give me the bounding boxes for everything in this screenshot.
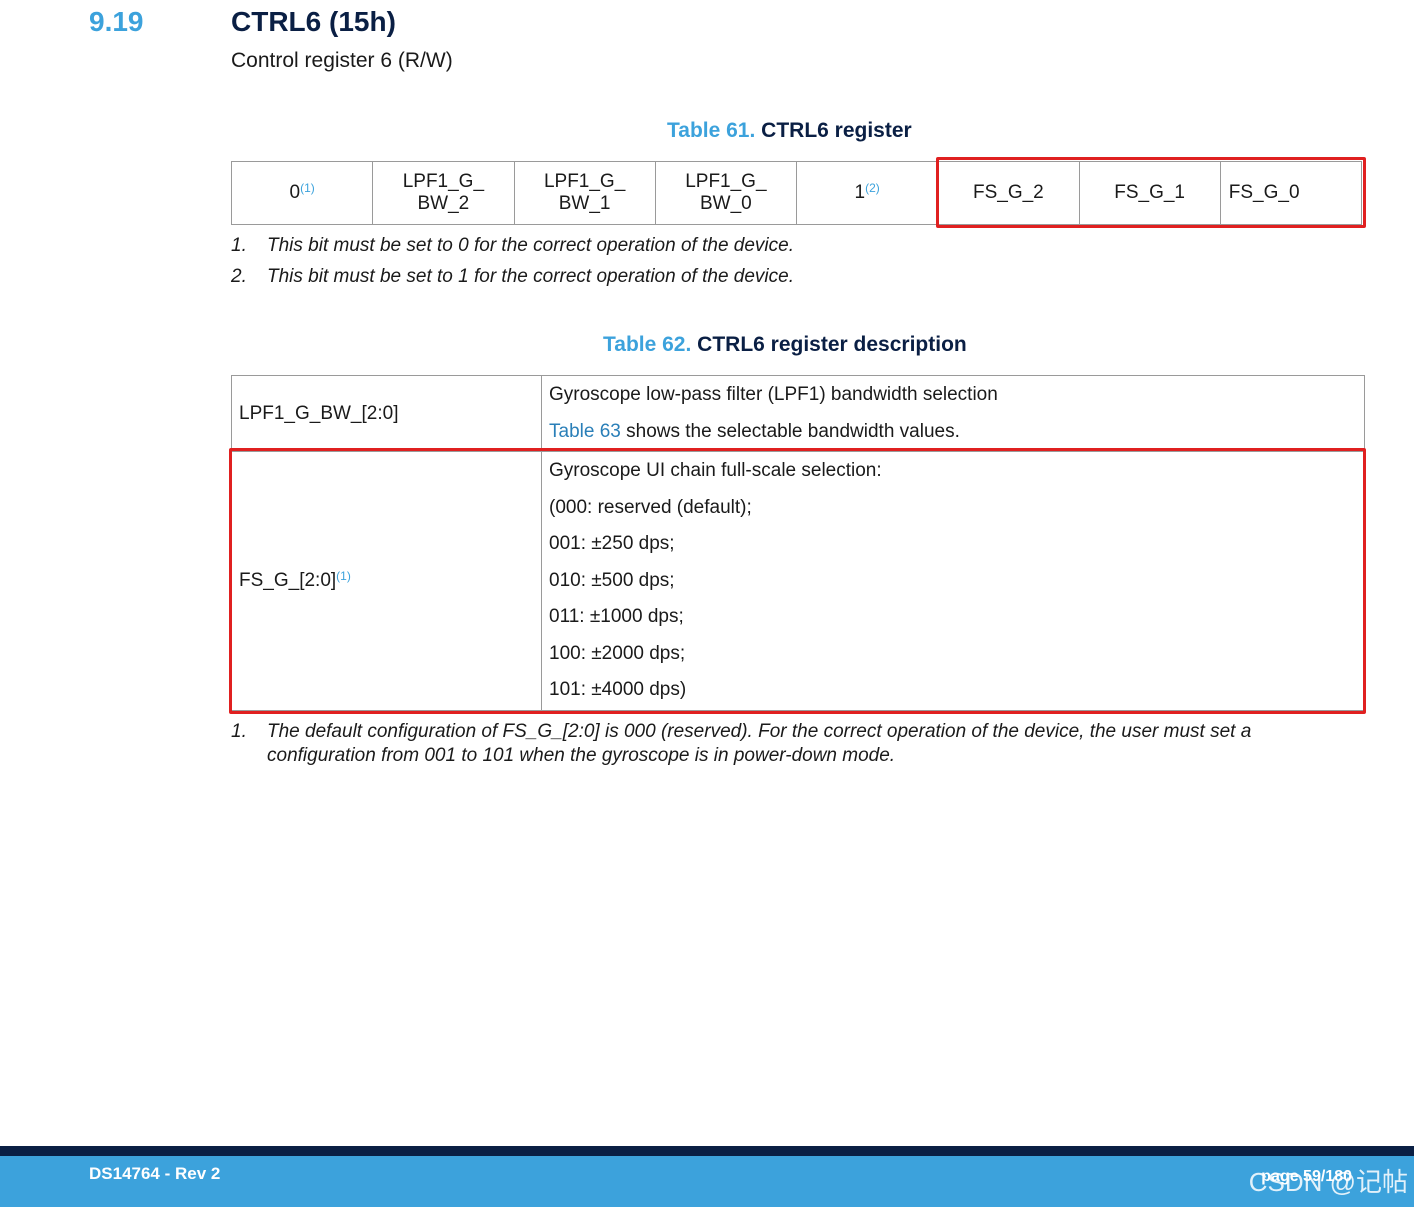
- field-name: LPF1_G_BW_[2:0]: [239, 402, 399, 424]
- table62-caption-number: Table 62.: [603, 333, 692, 356]
- description-line: Gyroscope low-pass filter (LPF1) bandwid…: [549, 384, 998, 405]
- watermark: CSDN @记帖: [1248, 1167, 1408, 1197]
- description-line: 101: ±4000 dps): [549, 679, 687, 700]
- table-row: LPF1_G_BW_[2:0] Gyroscope low-pass filte…: [231, 375, 1365, 452]
- description-line: Table 63 shows the selectable bandwidth …: [549, 414, 1363, 451]
- description-line: 010: ±500 dps;: [549, 569, 675, 591]
- bit-label: LPF1_G_: [685, 171, 767, 192]
- bit-label: FS_G_0: [1228, 182, 1300, 203]
- bit-label: FS_G_1: [1114, 182, 1185, 203]
- bit-label-cont: BW_2: [417, 193, 470, 214]
- note-number: 2.: [231, 266, 247, 287]
- register-bit-row: 0(1) LPF1_G_ BW_2 LPF1_G_ BW_1 LPF1_G_ BW_0…: [230, 161, 1363, 225]
- bit-cell-2: FS_G_2: [937, 161, 1080, 225]
- table62-caption: Table 62. CTRL6 register description: [603, 333, 967, 357]
- bit-label: LPF1_G_: [402, 171, 485, 192]
- note-text-cont: configuration from 001 to 101 when the g…: [267, 745, 896, 766]
- table62-caption-text: CTRL6 register description: [697, 333, 967, 356]
- note-text: This bit must be set to 1 for the correc…: [267, 266, 794, 287]
- field-name-cell: LPF1_G_BW_[2:0]: [231, 375, 542, 452]
- table61-caption: Table 61. CTRL6 register: [667, 119, 912, 143]
- field-description-cell: Gyroscope low-pass filter (LPF1) bandwid…: [541, 375, 1365, 452]
- table62-note-1: 1. The default configuration of FS_G_[2:0…: [231, 720, 1331, 768]
- field-name: FS_G_[2:0]: [239, 569, 337, 591]
- field-name-cell: FS_G_[2:0](1): [231, 451, 542, 711]
- footnote-ref[interactable]: (2): [865, 181, 880, 195]
- table61-note-2: 2. This bit must be set to 1 for the corr…: [231, 266, 794, 288]
- table61-caption-text: CTRL6 register: [761, 119, 912, 142]
- bit-label: FS_G_2: [972, 182, 1044, 203]
- description-line: Gyroscope UI chain full-scale selection:: [549, 460, 882, 481]
- table63-link[interactable]: Table 63: [549, 421, 621, 442]
- section-number: 9.19: [89, 6, 144, 37]
- bit-cell-1: FS_G_1: [1078, 161, 1221, 225]
- table61-note-1: 1. This bit must be set to 0 for the corr…: [231, 235, 794, 257]
- note-text: This bit must be set to 0 for the correc…: [267, 235, 794, 256]
- page-footer: DS14764 - Rev 2 page 59/180 CSDN @记帖: [0, 1156, 1414, 1207]
- footnote-ref[interactable]: (1): [300, 181, 315, 195]
- description-line: 100: ±2000 dps;: [549, 642, 686, 664]
- description-line: 011: ±1000 dps;: [549, 606, 684, 627]
- bit-label: LPF1_G_: [543, 171, 626, 192]
- bit-cell-5: LPF1_G_ BW_1: [513, 161, 656, 225]
- bit-label-cont: BW_0: [700, 193, 752, 214]
- bit-label-cont: BW_1: [558, 193, 611, 214]
- bit-cell-3: 1(2): [795, 161, 939, 225]
- description-line: (000: reserved (default);: [549, 496, 752, 518]
- section-title: CTRL6 (15h): [231, 6, 396, 37]
- description-text: shows the selectable bandwidth values.: [620, 420, 960, 442]
- bit-cell-6: LPF1_G_ BW_2: [372, 161, 515, 225]
- note-number: 1.: [231, 235, 247, 256]
- bit-cell-0: FS_G_0: [1219, 161, 1363, 225]
- bit-cell-7: 0(1): [230, 161, 374, 225]
- table61-caption-number: Table 61.: [667, 119, 756, 142]
- table-row: FS_G_[2:0](1) Gyroscope UI chain full-sc…: [231, 451, 1365, 711]
- note-text: The default configuration of FS_G_[2:0] …: [267, 721, 1252, 742]
- register-description-table: LPF1_G_BW_[2:0] Gyroscope low-pass filte…: [231, 375, 1365, 711]
- footnote-ref[interactable]: (1): [336, 569, 351, 583]
- register-bit-table: 0(1) LPF1_G_ BW_2 LPF1_G_ BW_1 LPF1_G_ BW_0…: [230, 161, 1363, 225]
- bit-label: 1: [854, 182, 866, 203]
- footer-stripe: [0, 1146, 1414, 1156]
- note-number: 1.: [231, 721, 247, 742]
- bit-cell-4: LPF1_G_ BW_0: [654, 161, 798, 225]
- description-line: 001: ±250 dps;: [549, 533, 675, 554]
- section-subtitle: Control register 6 (R/W): [231, 49, 453, 72]
- bit-label: 0: [289, 182, 301, 203]
- document-id: DS14764 - Rev 2: [89, 1164, 221, 1183]
- field-description-cell: Gyroscope UI chain full-scale selection:…: [541, 451, 1365, 711]
